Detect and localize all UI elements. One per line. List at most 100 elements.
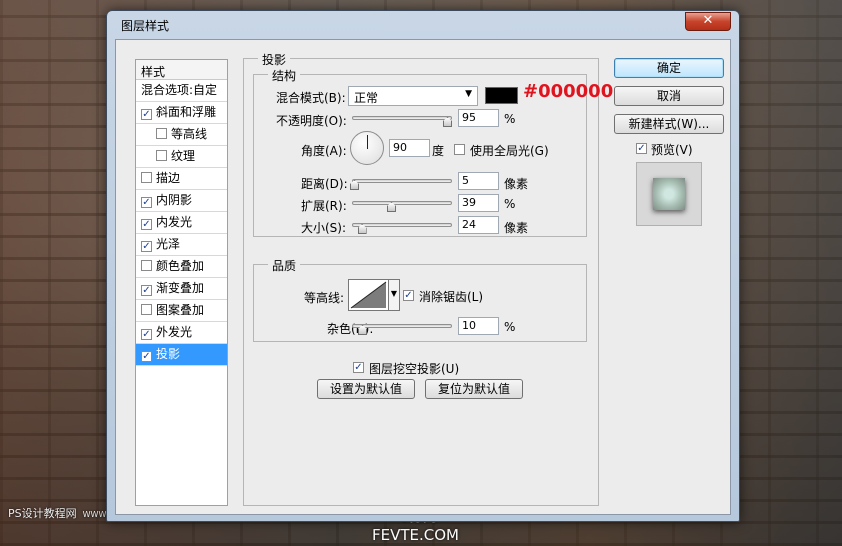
- style-item-checkbox[interactable]: ✓: [141, 285, 152, 296]
- blend-mode-value: 正常: [354, 91, 379, 105]
- noise-input[interactable]: 10: [458, 317, 499, 335]
- style-item[interactable]: ✓ 投影: [136, 344, 227, 366]
- style-item-checkbox[interactable]: [141, 260, 152, 271]
- style-item-label: 斜面和浮雕: [156, 105, 217, 119]
- preview-checkbox[interactable]: ✓: [636, 143, 647, 154]
- spread-input[interactable]: 39: [458, 194, 499, 212]
- new-style-button[interactable]: 新建样式(W)...: [614, 114, 724, 134]
- opacity-slider-track[interactable]: [352, 116, 452, 120]
- style-item-label: 光泽: [156, 237, 181, 251]
- style-item-label: 描边: [156, 171, 181, 185]
- style-item[interactable]: ✓ 内阴影: [136, 190, 227, 212]
- blend-options-item[interactable]: 混合选项:自定: [136, 80, 227, 102]
- style-item-checkbox[interactable]: ✓: [141, 109, 152, 120]
- distance-slider-track[interactable]: [352, 179, 452, 183]
- style-item-label: 渐变叠加: [156, 281, 205, 295]
- distance-input[interactable]: 5: [458, 172, 499, 190]
- styles-header[interactable]: 样式: [136, 60, 227, 80]
- structure-group: 结构 混合模式(B): 正常 ▼ #000000 不透明度(O): 95 % 角…: [253, 67, 613, 237]
- style-item[interactable]: 图案叠加: [136, 300, 227, 322]
- style-item[interactable]: 颜色叠加: [136, 256, 227, 278]
- style-item[interactable]: ✓ 内发光: [136, 212, 227, 234]
- knockout-checkbox[interactable]: ✓: [353, 362, 364, 373]
- dialog-title: 图层样式: [121, 19, 170, 33]
- ok-button[interactable]: 确定: [614, 58, 724, 78]
- blend-mode-label: 混合模式(B):: [276, 91, 346, 105]
- style-item[interactable]: 描边: [136, 168, 227, 190]
- style-item-label: 投影: [156, 347, 181, 361]
- close-icon: ✕: [702, 13, 714, 28]
- blend-mode-select[interactable]: 正常 ▼: [348, 86, 478, 106]
- size-label: 大小(S):: [301, 221, 347, 235]
- style-item-label: 等高线: [171, 127, 208, 141]
- antialias-checkbox[interactable]: ✓: [403, 290, 414, 301]
- style-item[interactable]: ✓ 外发光: [136, 322, 227, 344]
- chevron-down-icon: ▼: [390, 289, 398, 298]
- spread-slider-track[interactable]: [352, 201, 452, 205]
- distance-unit: 像素: [504, 177, 529, 191]
- preview-label: 预览(V): [651, 143, 693, 157]
- style-item[interactable]: ✓ 光泽: [136, 234, 227, 256]
- drop-shadow-panel: 投影 结构 混合模式(B): 正常 ▼ #000000 不透明度(O): 95 …: [243, 51, 613, 506]
- noise-slider-track[interactable]: [352, 324, 452, 328]
- angle-unit: 度: [432, 144, 445, 158]
- style-item-checkbox[interactable]: ✓: [141, 329, 152, 340]
- distance-label: 距离(D):: [301, 177, 348, 191]
- angle-dial[interactable]: [350, 131, 384, 165]
- angle-label: 角度(A):: [301, 144, 347, 158]
- title-bar[interactable]: 图层样式 ✕: [107, 11, 739, 37]
- quality-group: 品质 等高线: ▼ ✓ 消除锯齿(L) 杂色(N): 10 %: [253, 257, 587, 342]
- style-item-checkbox[interactable]: ✓: [141, 219, 152, 230]
- reset-default-button[interactable]: 复位为默认值: [425, 379, 523, 399]
- quality-title: 品质: [268, 257, 301, 274]
- style-item-checkbox[interactable]: [141, 172, 152, 183]
- size-slider-track[interactable]: [352, 223, 452, 227]
- style-preview: [636, 162, 702, 226]
- global-light-label: 使用全局光(G): [470, 144, 549, 158]
- chevron-down-icon: ▼: [465, 89, 472, 99]
- watermark-left-text: PS设计教程网: [8, 507, 77, 520]
- opacity-input[interactable]: 95: [458, 109, 499, 127]
- cancel-button[interactable]: 取消: [614, 86, 724, 106]
- knockout-label: 图层挖空投影(U): [369, 362, 460, 376]
- antialias-label: 消除锯齿(L): [419, 290, 484, 304]
- style-item[interactable]: 等高线: [136, 124, 227, 146]
- style-item[interactable]: 纹理: [136, 146, 227, 168]
- contour-curve-icon: [350, 281, 387, 309]
- style-item-checkbox[interactable]: ✓: [141, 351, 152, 362]
- contour-label: 等高线:: [304, 291, 345, 305]
- opacity-label: 不透明度(O):: [276, 114, 347, 128]
- style-item-label: 颜色叠加: [156, 259, 205, 273]
- angle-input[interactable]: 90: [389, 139, 430, 157]
- angle-needle: [367, 135, 368, 149]
- style-item-checkbox[interactable]: ✓: [141, 241, 152, 252]
- style-item-checkbox[interactable]: [156, 150, 167, 161]
- structure-title: 结构: [268, 67, 301, 84]
- noise-unit: %: [504, 320, 516, 334]
- size-input[interactable]: 24: [458, 216, 499, 234]
- drop-shadow-title: 投影: [258, 51, 291, 68]
- layer-style-dialog: 图层样式 ✕ 样式 混合选项:自定 ✓ 斜面和浮雕 等高线 纹理 描边 ✓ 内阴影 ✓ 内发光 ✓…: [106, 10, 740, 522]
- contour-picker[interactable]: [348, 279, 389, 311]
- spread-unit: %: [504, 197, 516, 211]
- style-item-label: 图案叠加: [156, 303, 205, 317]
- style-item-label: 纹理: [171, 149, 196, 163]
- shadow-color-swatch[interactable]: [485, 87, 518, 104]
- opacity-unit: %: [504, 112, 516, 126]
- style-item[interactable]: ✓ 斜面和浮雕: [136, 102, 227, 124]
- make-default-button[interactable]: 设置为默认值: [317, 379, 415, 399]
- size-unit: 像素: [504, 221, 529, 235]
- dialog-client: 样式 混合选项:自定 ✓ 斜面和浮雕 等高线 纹理 描边 ✓ 内阴影 ✓ 内发光 ✓ 光泽 颜色叠加 ✓…: [115, 39, 731, 515]
- preview-swatch: [653, 178, 685, 210]
- style-item-checkbox[interactable]: [141, 304, 152, 315]
- styles-list: 样式 混合选项:自定 ✓ 斜面和浮雕 等高线 纹理 描边 ✓ 内阴影 ✓ 内发光 ✓ 光泽 颜色叠加 ✓…: [135, 59, 228, 506]
- style-item-label: 内发光: [156, 215, 193, 229]
- color-hex-annotation: #000000: [523, 81, 614, 102]
- style-item-label: 外发光: [156, 325, 193, 339]
- global-light-checkbox[interactable]: [454, 144, 465, 155]
- style-item[interactable]: ✓ 渐变叠加: [136, 278, 227, 300]
- style-item-checkbox[interactable]: [156, 128, 167, 139]
- style-item-checkbox[interactable]: ✓: [141, 197, 152, 208]
- contour-dropdown-button[interactable]: ▼: [389, 279, 400, 311]
- close-button[interactable]: ✕: [685, 12, 731, 31]
